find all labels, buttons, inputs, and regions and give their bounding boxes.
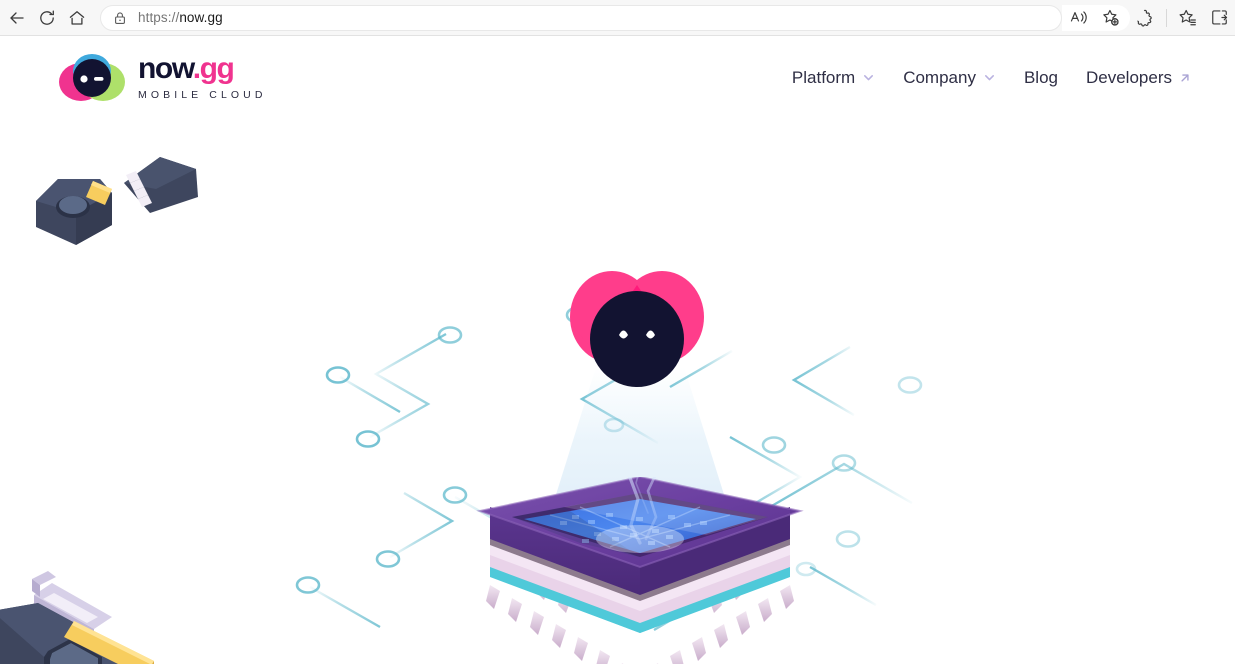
add-favorite-icon [1102,9,1119,26]
heart-mascot-icon [570,271,704,387]
cpu-chip-icon [476,477,804,664]
url-text: https://now.gg [138,10,223,25]
chevron-down-icon [984,75,994,81]
refresh-icon [40,10,54,25]
browser-toolbar: https://now.gg [0,0,1235,36]
wordmark-gg: .gg [192,52,235,85]
split-screen-icon [1211,10,1227,25]
toolbar-divider [1166,8,1167,27]
address-bar[interactable]: https://now.gg [100,4,1062,31]
home-icon [69,10,85,25]
chevron-down-icon [864,75,874,81]
favorites-icon [1178,9,1196,26]
nowgg-logo-icon [59,53,125,101]
nav-item-company[interactable]: Company [889,60,1010,96]
nav-label-company: Company [903,67,976,87]
read-aloud-button[interactable] [1062,3,1094,33]
brand-tagline: MOBILE CLOUD [138,89,267,101]
read-aloud-icon [1070,11,1087,24]
browser-essentials-button[interactable] [1130,3,1162,33]
external-link-icon [1181,73,1189,82]
add-favorite-button[interactable] [1094,3,1126,33]
nav-label-blog: Blog [1023,67,1058,87]
brand-wordmark: now.gg MOBILE CLOUD [138,54,267,102]
nav-item-developers[interactable]: Developers [1072,60,1205,96]
brand-logo[interactable]: now.gg MOBILE CLOUD [56,51,267,105]
toolbar-actions [1130,0,1235,36]
refresh-button[interactable] [32,3,62,33]
wordmark-now: now [138,52,194,85]
back-arrow-icon [10,11,24,24]
electronic-component-icon [0,571,154,664]
nav-label-platform: Platform [791,67,856,87]
hero-illustration [0,37,1235,664]
main-navigation: Platform Company Blog Developers [778,60,1205,96]
url-scheme: https:// [138,10,180,25]
browser-essentials-icon [1136,9,1152,27]
back-button[interactable] [2,3,32,33]
lock-icon [111,9,129,27]
nav-label-developers: Developers [1086,67,1172,87]
url-host: now.gg [179,10,223,25]
site-header: now.gg MOBILE CLOUD Platform Company Blo… [0,37,1235,118]
home-button[interactable] [62,3,92,33]
page-viewport: now.gg MOBILE CLOUD Platform Company Blo… [0,37,1235,664]
electronic-component-icon [36,157,198,245]
omnibox-actions [1062,3,1130,33]
nav-item-blog[interactable]: Blog [1010,60,1072,96]
nav-item-platform[interactable]: Platform [778,60,889,96]
favorites-button[interactable] [1171,3,1203,33]
split-screen-button[interactable] [1203,3,1235,33]
wordmark-text: now.gg [138,54,267,84]
